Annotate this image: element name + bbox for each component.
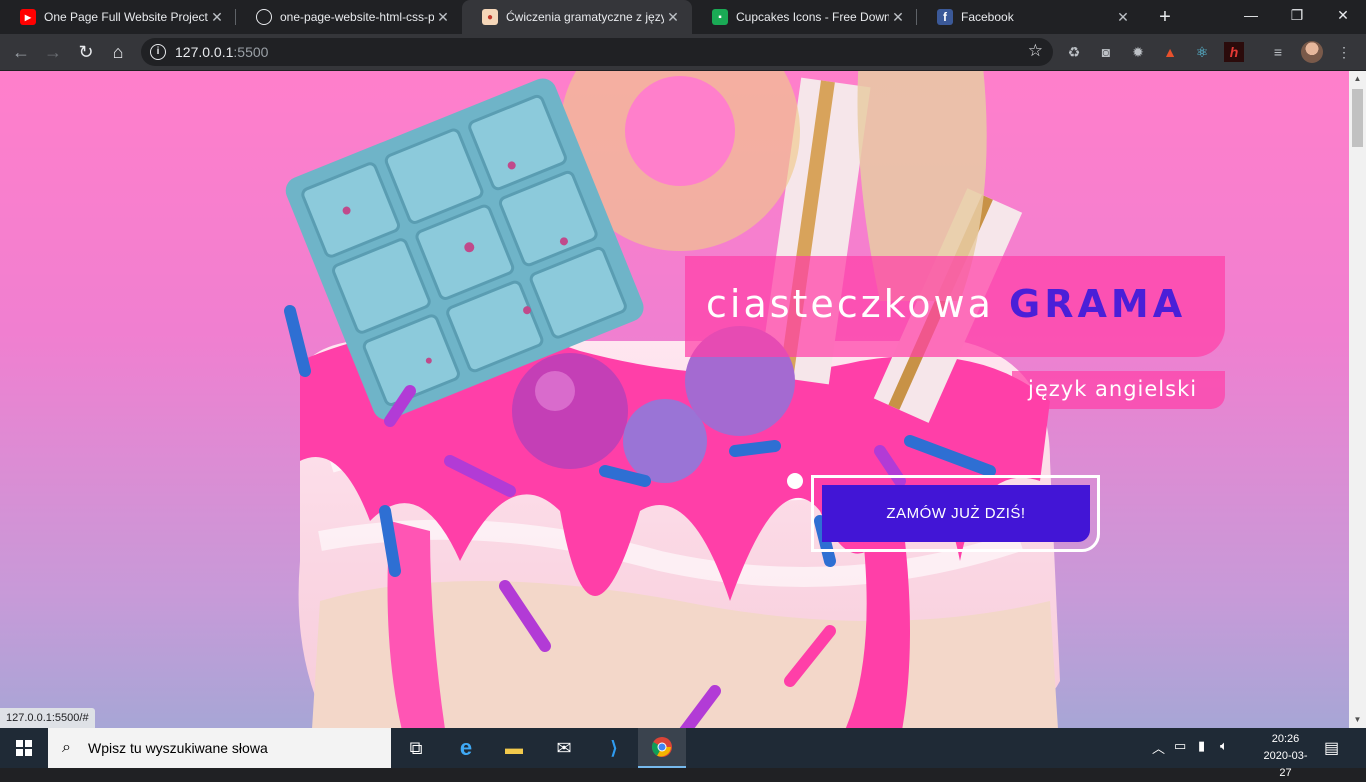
vscode-icon[interactable]: ⟩: [590, 728, 638, 768]
gear-icon[interactable]: ✹: [1128, 42, 1148, 62]
subtitle: język angielski: [1028, 377, 1198, 401]
scroll-down-icon[interactable]: ▼: [1349, 712, 1366, 728]
web-page: ciasteczkowa GRAMA język angielski ZAMÓW…: [0, 71, 1349, 728]
chrome-logo-icon: [651, 737, 672, 757]
profile-avatar[interactable]: [1301, 41, 1323, 63]
facebook-icon: f: [937, 9, 953, 25]
close-tab-icon[interactable]: ✕: [889, 9, 907, 26]
close-tab-icon[interactable]: ✕: [664, 9, 682, 26]
tab-title: one-page-website-html-css-pr: [280, 10, 434, 24]
network-icon[interactable]: ▮: [1198, 738, 1205, 754]
close-tab-icon[interactable]: ✕: [1114, 9, 1132, 26]
tab-cupcakes-icons[interactable]: ▪ Cupcakes Icons - Free Downloa ✕: [692, 0, 917, 34]
restore-button[interactable]: ❐: [1274, 0, 1320, 32]
new-tab-button[interactable]: +: [1152, 4, 1178, 30]
forward-button[interactable]: →: [41, 40, 65, 64]
search-placeholder: Wpisz tu wyszukiwane słowa: [88, 740, 268, 756]
chrome-icon[interactable]: [638, 728, 686, 768]
start-button[interactable]: [0, 728, 48, 768]
cupcake-hero-image: [284, 71, 1060, 728]
scrollbar-thumb[interactable]: [1352, 89, 1363, 147]
edge-icon[interactable]: e: [442, 728, 490, 768]
youtube-icon: ▶: [20, 9, 36, 25]
tab-github[interactable]: one-page-website-html-css-pr ✕: [236, 0, 462, 34]
tab-title: Facebook: [961, 10, 1014, 24]
menu-icon[interactable]: ⋮: [1334, 42, 1354, 62]
minimize-button[interactable]: —: [1228, 0, 1274, 32]
github-icon: [256, 9, 272, 25]
brand-logo: ciasteczkowa GRAMA: [706, 282, 1186, 326]
file-explorer-icon[interactable]: ▬: [490, 728, 538, 768]
home-button[interactable]: ⌂: [106, 40, 130, 64]
tab-strip: ▶ One Page Full Website Project ✕ one-pa…: [0, 0, 1366, 34]
info-icon[interactable]: i: [150, 44, 166, 60]
url-text: 127.0.0.1:5500: [175, 44, 269, 60]
close-window-button[interactable]: ✕: [1320, 0, 1366, 32]
tab-title: Cupcakes Icons - Free Downloa: [736, 10, 889, 24]
volume-icon[interactable]: 🔈︎: [1220, 738, 1228, 754]
page-scrollbar[interactable]: ▲ ▼: [1349, 71, 1366, 728]
taskbar-search[interactable]: ⌕ Wpisz tu wyszukiwane słowa: [48, 728, 391, 768]
scroll-up-icon[interactable]: ▲: [1349, 71, 1366, 87]
tab-title: One Page Full Website Project: [44, 10, 208, 24]
order-now-button[interactable]: ZAMÓW JUŻ DZIŚ!: [822, 485, 1090, 542]
reload-button[interactable]: ↻: [74, 40, 98, 64]
extension-h-icon[interactable]: h: [1224, 42, 1244, 62]
flaticon-icon: ▪: [712, 9, 728, 25]
notification-center-icon[interactable]: ▤: [1324, 738, 1339, 758]
show-hidden-icons[interactable]: ︿: [1152, 738, 1165, 757]
media-playlist-icon[interactable]: ≡: [1268, 42, 1288, 62]
tab-title: Ćwiczenia gramatyczne z język: [506, 10, 664, 24]
battery-icon[interactable]: ▭: [1174, 738, 1186, 754]
close-tab-icon[interactable]: ✕: [208, 9, 226, 26]
clock-time: 20:26: [1271, 733, 1300, 745]
address-bar[interactable]: i 127.0.0.1:5500 ☆: [141, 38, 1053, 66]
cupcake-icon: ●: [482, 9, 498, 25]
extension-fire-icon[interactable]: ▲: [1160, 42, 1180, 62]
system-clock[interactable]: 20:26 2020-03-27: [1258, 731, 1313, 782]
camera-icon[interactable]: ◙: [1096, 42, 1116, 62]
windows-taskbar: ⌕ Wpisz tu wyszukiwane słowa ⧉ e ▬ ✉ ⟩ ︿…: [0, 728, 1366, 779]
mail-icon[interactable]: ✉: [540, 728, 588, 768]
back-button[interactable]: ←: [9, 40, 33, 64]
windows-logo-icon: [16, 740, 32, 756]
react-devtools-icon[interactable]: ⚛: [1192, 42, 1212, 62]
tab-cwiczenia[interactable]: ● Ćwiczenia gramatyczne z język ✕: [462, 0, 692, 34]
close-tab-icon[interactable]: ✕: [434, 9, 452, 26]
extension-recycle-icon[interactable]: ♻: [1064, 42, 1084, 62]
clock-date: 2020-03-27: [1263, 750, 1308, 779]
brand-bold-text: GRAMA: [1009, 282, 1187, 326]
brand-light-text: ciasteczkowa: [706, 282, 994, 326]
bookmark-star-icon[interactable]: ☆: [1028, 41, 1043, 61]
tab-youtube[interactable]: ▶ One Page Full Website Project ✕: [0, 0, 236, 34]
task-view-icon[interactable]: ⧉: [392, 728, 440, 768]
tab-facebook[interactable]: f Facebook ✕: [917, 0, 1142, 34]
search-icon: ⌕: [62, 739, 71, 756]
status-bar-url: 127.0.0.1:5500/#: [0, 708, 95, 728]
browser-toolbar: ← → ↻ ⌂ i 127.0.0.1:5500 ☆ ♻ ◙ ✹ ▲ ⚛ h ≡…: [0, 34, 1366, 71]
